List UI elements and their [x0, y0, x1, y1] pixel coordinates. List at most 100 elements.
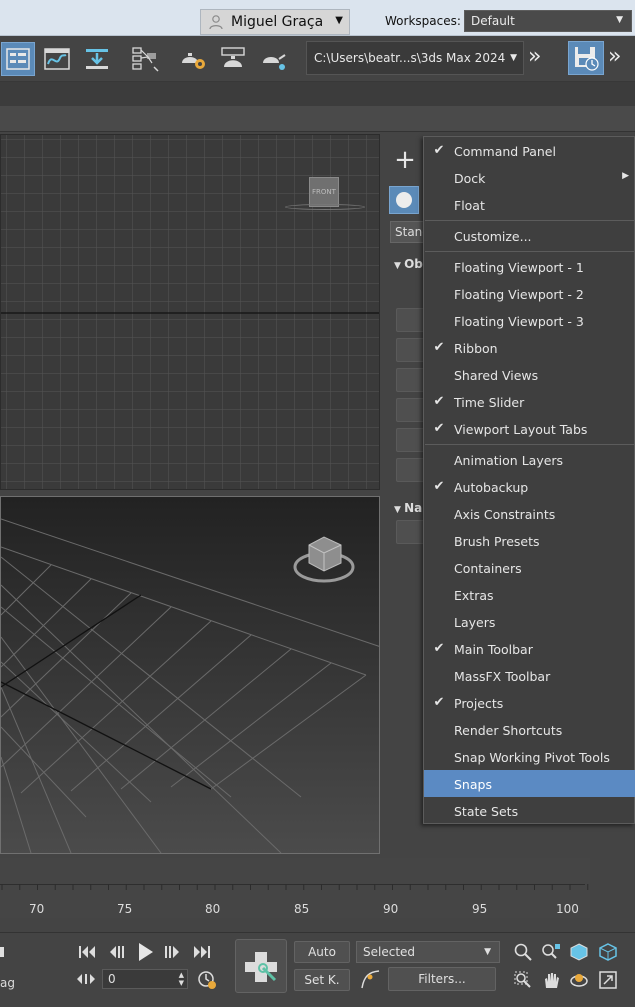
- menu-item-layers[interactable]: Layers: [424, 608, 635, 635]
- workspace-select[interactable]: Default ▼: [464, 10, 632, 32]
- key-filters-button[interactable]: Filters...: [388, 967, 496, 991]
- object-type-button[interactable]: [396, 398, 426, 422]
- menu-item-snap-working-pivot-tools[interactable]: Snap Working Pivot Tools: [424, 743, 635, 770]
- object-type-button[interactable]: [396, 428, 426, 452]
- previous-frame-button[interactable]: [106, 941, 128, 963]
- current-frame-spinner[interactable]: 0 ▲ ▼: [102, 969, 188, 989]
- field-of-view-button[interactable]: [512, 969, 534, 991]
- object-type-button[interactable]: [396, 458, 426, 482]
- zoom-extents-all-button[interactable]: [596, 941, 620, 963]
- magnifier-icon: [514, 943, 532, 961]
- menu-item-autobackup[interactable]: ✔ Autobackup: [424, 473, 635, 500]
- viewcube[interactable]: [291, 531, 361, 591]
- export-button[interactable]: [80, 42, 114, 76]
- pan-view-button[interactable]: [540, 969, 562, 991]
- user-account-dropdown[interactable]: Miguel Graça ▼: [200, 9, 350, 35]
- play-button[interactable]: [134, 939, 158, 965]
- viewcube-face-label: FRONT: [312, 188, 336, 196]
- chevron-down-icon: ▼: [616, 15, 623, 25]
- viewcube-icon: [293, 536, 355, 583]
- menu-item-time-slider[interactable]: ✔ Time Slider: [424, 388, 635, 415]
- schematic-view-button[interactable]: [128, 42, 162, 76]
- time-ruler[interactable]: 70 75 80 85 90 95 100: [0, 858, 590, 918]
- menu-item-extras[interactable]: Extras: [424, 581, 635, 608]
- orbit-icon: [570, 974, 588, 987]
- set-key-mode-button[interactable]: Set K.: [294, 969, 350, 991]
- time-ruler-ticks: [1, 884, 589, 890]
- menu-item-state-sets[interactable]: State Sets: [424, 797, 635, 824]
- save-icon: [575, 47, 599, 71]
- zoom-all-button[interactable]: [540, 941, 562, 963]
- auto-key-button[interactable]: Auto: [294, 941, 350, 963]
- set-key-button[interactable]: [235, 939, 287, 993]
- menu-item-command-panel[interactable]: ✔ Command Panel: [424, 137, 635, 164]
- object-type-button[interactable]: [396, 338, 426, 362]
- key-icon: [245, 952, 277, 982]
- tick-label: 100: [556, 902, 579, 916]
- tick-label: 75: [117, 902, 133, 916]
- menu-item-label: Extras: [454, 588, 494, 603]
- ribbon-area: [0, 82, 635, 106]
- time-configuration-icon: [198, 971, 216, 989]
- key-selection-set-dropdown[interactable]: Selected ▼: [356, 941, 500, 963]
- orbit-button[interactable]: [568, 969, 590, 991]
- go-to-start-button[interactable]: [76, 941, 98, 963]
- tick-label: 95: [472, 902, 488, 916]
- schematic-icon: [132, 47, 159, 72]
- menu-item-snaps[interactable]: Snaps: [424, 770, 635, 797]
- object-name-field[interactable]: [396, 520, 426, 544]
- key-tangent-button[interactable]: [358, 967, 382, 991]
- menu-item-label: Main Toolbar: [454, 642, 533, 657]
- toolbar-overflow-icon[interactable]: »: [528, 44, 541, 69]
- menu-item-label: Render Shortcuts: [454, 723, 563, 738]
- previous-frame-icon: [110, 946, 124, 958]
- menu-item-massfx-toolbar[interactable]: MassFX Toolbar: [424, 662, 635, 689]
- menu-item-axis-constraints[interactable]: Axis Constraints: [424, 500, 635, 527]
- perspective-viewport[interactable]: [0, 496, 380, 854]
- menu-item-ribbon[interactable]: ✔ Ribbon: [424, 334, 635, 361]
- menu-item-viewport-layout-tabs[interactable]: ✔ Viewport Layout Tabs: [424, 415, 635, 442]
- menu-item-animation-layers[interactable]: Animation Layers: [424, 446, 635, 473]
- menu-item-main-toolbar[interactable]: ✔ Main Toolbar: [424, 635, 635, 662]
- menu-item-render-shortcuts[interactable]: Render Shortcuts: [424, 716, 635, 743]
- time-configuration-button[interactable]: [196, 969, 218, 991]
- scene-explorer-button[interactable]: [1, 42, 35, 76]
- menu-item-brush-presets[interactable]: Brush Presets: [424, 527, 635, 554]
- menu-item-floating-viewport-3[interactable]: Floating Viewport - 3: [424, 307, 635, 334]
- project-path-dropdown[interactable]: C:\Users\beatr...s\3ds Max 2024 ▼: [306, 41, 524, 75]
- zoom-button[interactable]: [512, 941, 534, 963]
- viewcube[interactable]: FRONT: [309, 177, 339, 207]
- menu-item-label: Snap Working Pivot Tools: [454, 750, 610, 765]
- menu-item-shared-views[interactable]: Shared Views: [424, 361, 635, 388]
- workspaces-label: Workspaces:: [385, 14, 461, 28]
- curve-editor-button[interactable]: [40, 42, 74, 76]
- menu-item-customize[interactable]: Customize...: [424, 222, 635, 249]
- rendered-frame-window-button[interactable]: [216, 42, 250, 76]
- maximize-viewport-button[interactable]: [596, 969, 620, 991]
- object-type-button[interactable]: [396, 368, 426, 392]
- auto-key-label: Auto: [308, 945, 336, 959]
- menu-item-floating-viewport-2[interactable]: Floating Viewport - 2: [424, 280, 635, 307]
- render-production-button[interactable]: [256, 42, 290, 76]
- check-icon: ✔: [433, 640, 445, 656]
- user-name: Miguel Graça: [231, 14, 324, 30]
- top-viewport[interactable]: FRONT: [0, 134, 380, 490]
- zoom-extents-button[interactable]: [568, 941, 590, 963]
- menu-item-float[interactable]: Float: [424, 191, 635, 218]
- key-selection-set-value: Selected: [363, 945, 416, 959]
- menu-item-projects[interactable]: ✔ Projects: [424, 689, 635, 716]
- next-frame-button[interactable]: [161, 941, 183, 963]
- menu-item-dock[interactable]: Dock ▶: [424, 164, 635, 191]
- object-type-button[interactable]: [396, 308, 426, 332]
- toolbar-overflow-icon[interactable]: »: [608, 44, 621, 69]
- key-mode-toggle[interactable]: [74, 969, 98, 989]
- menu-item-floating-viewport-1[interactable]: Floating Viewport - 1: [424, 253, 635, 280]
- geometry-button[interactable]: [389, 186, 419, 214]
- zoom-extents-all-icon: [599, 943, 617, 961]
- go-to-end-button[interactable]: [191, 941, 213, 963]
- create-tab-button[interactable]: +: [390, 146, 420, 174]
- title-bar: Miguel Graça ▼ Workspaces: Default ▼: [0, 0, 635, 36]
- menu-item-containers[interactable]: Containers: [424, 554, 635, 581]
- render-setup-button[interactable]: [176, 42, 210, 76]
- autobackup-save-button[interactable]: [568, 41, 604, 75]
